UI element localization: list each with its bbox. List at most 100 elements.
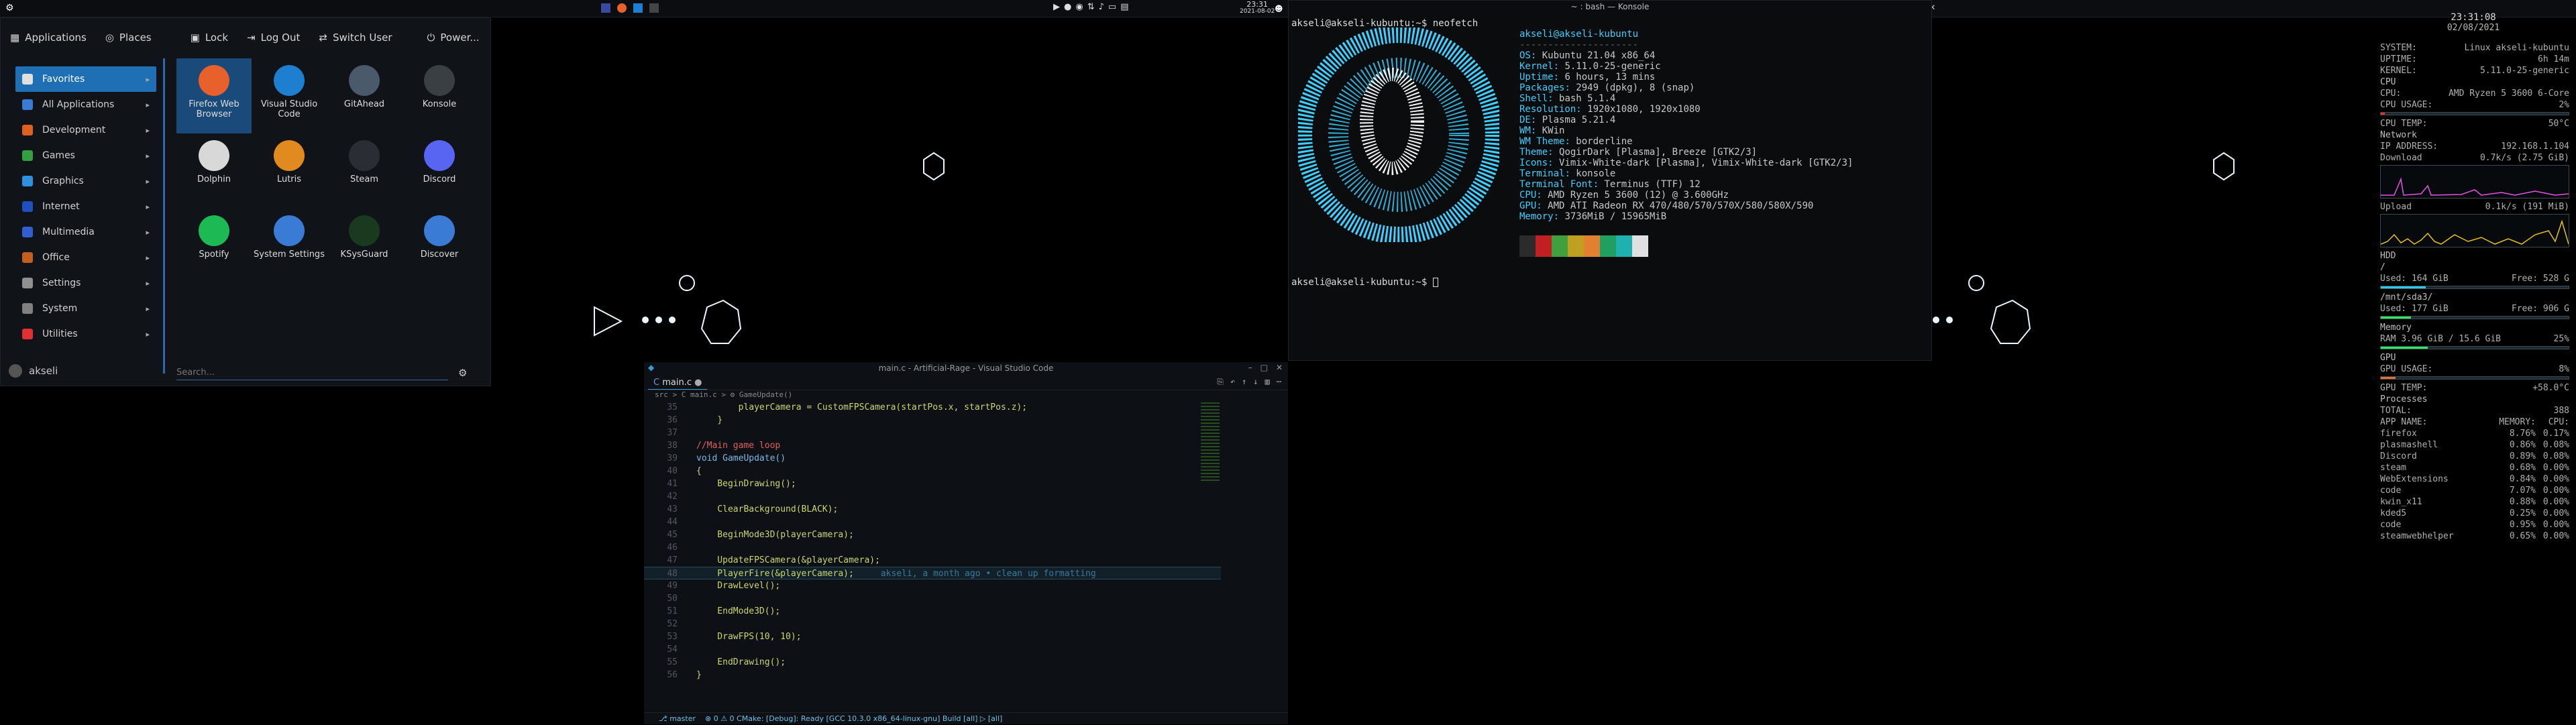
app-tile[interactable]: Discord (402, 133, 477, 209)
cpu-temp-row: CPU TEMP: 50°C (2380, 119, 2569, 129)
power-button[interactable]: ⏻ Power... (418, 18, 489, 57)
configure-icon[interactable]: ⚙ (458, 367, 467, 379)
neofetch-value: QogirDark [Plasma], Breeze [GTK2/3] (1559, 147, 1758, 158)
process-name: code (2380, 486, 2402, 496)
status-text[interactable]: ⊗ 0 ⚠ 0 CMake: [Debug]: Ready [GCC 10.3.… (705, 713, 1002, 724)
app-label: Lutris (276, 174, 302, 184)
category-item[interactable]: Development ▸ (15, 117, 156, 143)
battery-icon[interactable]: ▭ (1108, 2, 1116, 12)
app-tile[interactable]: Spotify (176, 209, 252, 284)
category-icon (22, 252, 33, 263)
split-editor-icon[interactable]: ▥ (1265, 377, 1270, 387)
task-icon-desktop[interactable] (601, 3, 610, 13)
app-label: Steam (350, 174, 378, 184)
process-table: firefox 8.76% 0.17% plasmashell 0.86% 0.08% Di… (2361, 428, 2576, 542)
category-item[interactable]: All Applications ▸ (15, 92, 156, 117)
category-item[interactable]: Graphics ▸ (15, 168, 156, 194)
neofetch-value: Plasma 5.21.4 (1542, 115, 1616, 125)
minimize-icon[interactable]: – (1248, 363, 1252, 372)
app-label: Discover (420, 249, 459, 260)
maximize-icon[interactable]: □ (1260, 363, 1268, 372)
compare-icon[interactable]: ⎘ (1217, 377, 1224, 387)
app-tile[interactable]: Firefox Web Browser (176, 58, 252, 133)
app-tile[interactable]: Discover (402, 209, 477, 284)
conky-time: 23:31:08 (2451, 12, 2496, 23)
category-item[interactable]: Settings ▸ (15, 270, 156, 296)
play-icon[interactable]: ▶ (1053, 2, 1060, 12)
line-number: 36 (667, 415, 678, 425)
category-item[interactable]: Utilities ▸ (15, 321, 156, 347)
chevron-right-icon: ▸ (146, 329, 150, 339)
app-tile[interactable]: Steam (327, 133, 402, 209)
logout-button[interactable]: ⇥ Log Out (237, 18, 309, 57)
app-tile[interactable]: GitAhead (327, 58, 402, 133)
process-memory: 0.84% (2509, 474, 2536, 484)
app-launcher-icon[interactable]: ⚙ (5, 3, 16, 13)
prompt-text: akseli@akseli-kubuntu:~$ (1291, 277, 1433, 288)
app-tile[interactable]: Dolphin (176, 133, 252, 209)
user-section[interactable]: akseli (9, 364, 58, 378)
more-icon[interactable]: ⋯ (1277, 377, 1281, 387)
line-number: 39 (667, 453, 678, 463)
process-table-header: APP NAME: MEMORY: CPU: (2380, 417, 2569, 427)
tab-places[interactable]: ◎ Places (96, 18, 161, 57)
hdd-header: HDD (2380, 251, 2396, 261)
category-item[interactable]: Internet ▸ (15, 194, 156, 219)
process-name: steam (2380, 463, 2407, 473)
lock-button[interactable]: ▣ Lock (181, 18, 237, 57)
lock-label: Lock (205, 32, 229, 44)
switch-user-button[interactable]: ⇄ Switch User (309, 18, 401, 57)
process-name: plasmashell (2380, 440, 2438, 450)
clock[interactable]: 23:31 2021-08-02 (1240, 1, 1275, 15)
git-branch[interactable]: ⎇ master (659, 713, 696, 724)
discord-icon[interactable]: ◉ (1075, 2, 1083, 12)
network-icon[interactable]: ⇅ (1087, 2, 1095, 12)
tab-applications[interactable]: ▦ Applications (1, 18, 96, 57)
terminal-prompt[interactable]: akseli@akseli-kubuntu:~$ (1291, 277, 1438, 288)
close-icon[interactable]: ✕ (1276, 363, 1283, 372)
process-row: code 7.07% 0.00% (2361, 485, 2576, 496)
clipboard-icon[interactable]: ▤ (1120, 2, 1128, 12)
code-line: 43 ClearBackground(BLACK); (644, 503, 1221, 516)
task-icon-vscode[interactable] (633, 3, 643, 13)
memory-header: Memory (2380, 323, 2412, 333)
close-tab-icon[interactable]: ● (694, 378, 702, 388)
next-change-icon[interactable]: ↓ (1253, 377, 1258, 387)
steam-icon[interactable]: ● (1064, 2, 1071, 12)
search-input[interactable] (176, 366, 448, 380)
category-icon (22, 150, 33, 161)
category-item[interactable]: Office ▸ (15, 245, 156, 270)
app-icon (199, 140, 229, 171)
category-item[interactable]: Multimedia ▸ (15, 219, 156, 245)
chevron-right-icon: ▸ (146, 304, 150, 313)
process-row: plasmashell 0.86% 0.08% (2361, 439, 2576, 451)
category-item[interactable]: Favorites ▸ (15, 66, 156, 92)
volume-icon[interactable]: ♪ (1099, 2, 1104, 12)
neofetch-key: Icons (1519, 158, 1548, 168)
minimap[interactable] (1199, 401, 1260, 495)
line-number: 44 (667, 517, 678, 527)
breadcrumb[interactable]: src > C main.c > ⚙ GameUpdate() (644, 390, 1288, 400)
neofetch-user-host: akseli@akseli-kubuntu (1519, 29, 1639, 40)
app-tile[interactable]: Lutris (252, 133, 327, 209)
user-icon[interactable]: ☻ (1275, 4, 1283, 13)
app-tile[interactable]: Konsole (402, 58, 477, 133)
task-icon-konsole[interactable] (649, 3, 659, 13)
logout-icon: ⇥ (247, 32, 256, 44)
process-row: Discord 0.89% 0.08% (2361, 451, 2576, 462)
category-item[interactable]: System ▸ (15, 296, 156, 321)
category-item[interactable]: Games ▸ (15, 143, 156, 168)
code-editor[interactable]: 35 playerCamera = CustomFPSCamera(startP… (644, 401, 1221, 681)
code-text: EndMode3D(); (696, 606, 781, 616)
process-memory: 8.76% (2509, 429, 2536, 439)
system-tray: ▶ ● ◉ ⇅ ♪ ▭ ▤ (1053, 2, 1128, 12)
app-tile[interactable]: System Settings (252, 209, 327, 284)
category-label: Utilities (42, 329, 78, 339)
app-tile[interactable]: Visual Studio Code (252, 58, 327, 133)
history-icon[interactable]: ↶ (1230, 377, 1235, 387)
app-tile[interactable]: KSysGuard (327, 209, 402, 284)
category-scrollbar[interactable] (163, 58, 165, 374)
task-icon-firefox[interactable] (617, 3, 627, 13)
tab-main-c[interactable]: C main.c ● (648, 376, 708, 390)
prev-change-icon[interactable]: ↑ (1242, 377, 1246, 387)
